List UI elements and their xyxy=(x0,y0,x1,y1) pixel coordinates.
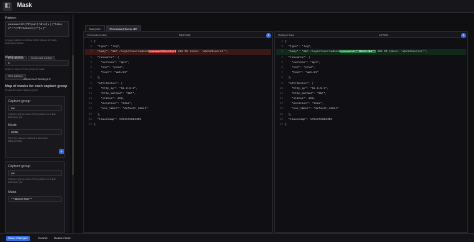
cancel-button[interactable]: Cancel xyxy=(36,236,49,241)
page-title: Mask xyxy=(17,3,33,9)
capture-group-input-2[interactable]: pw xyxy=(8,170,62,176)
masked-segment: password=**REDACTED** xyxy=(340,50,376,54)
mask-group-label: Mask group xyxy=(5,55,24,59)
map-hint: A map for each capture group xyxy=(5,89,38,92)
before-diff-badge[interactable]: 1 xyxy=(266,32,271,38)
mask-label: Mask xyxy=(8,190,17,194)
masked-segment: password=hunter2 xyxy=(149,50,177,54)
mode-label: Mode xyxy=(8,123,17,127)
capture-group-value-2: pw xyxy=(11,172,15,175)
after-header-left: Masked data xyxy=(278,33,295,37)
capture-group-hint-2: Capture group name of the pattern to mas… xyxy=(8,178,57,184)
after-panel: Masked data AFTER 1 1{2 "type": "log", 3 … xyxy=(274,31,468,233)
code-line: 17} xyxy=(85,122,271,127)
before-header-right: BEFORE xyxy=(179,33,191,37)
after-code: 1{2 "type": "log", 3 "body": "GET /login?… xyxy=(276,39,466,127)
config-sidebar: Pattern password=(?P<pw>[^&\s]+)|"token"… xyxy=(4,15,70,233)
view-tabs: Samples Processed Items diff xyxy=(85,17,142,33)
capture-group-title-2: Capture group xyxy=(8,164,31,168)
after-panel-header: Masked data AFTER 1 xyxy=(275,32,467,38)
before-panel-header: Unmasked data BEFORE 1 xyxy=(84,32,272,38)
line-number: 17 xyxy=(279,123,283,126)
save-changes-button[interactable]: Save Changes xyxy=(6,236,30,241)
mask-value-input[interactable]: **REDACTED** xyxy=(8,196,62,202)
scroll-thumb[interactable] xyxy=(72,55,74,175)
pattern-value: password=(?P<pw>[^&\s]+)|"token":"(?P<to… xyxy=(8,23,63,30)
code-line: 17} xyxy=(276,122,466,127)
footer-bar: Save Changes Cancel Delete Node xyxy=(0,233,474,242)
mask-group-hint: Index or name of the group to mask xyxy=(5,68,45,71)
pattern-label: Pattern xyxy=(5,16,17,20)
delete-node-button[interactable]: Delete Node xyxy=(52,236,73,241)
top-bar: ◧ Mask xyxy=(0,0,474,13)
capture-group-title: Capture group xyxy=(8,99,31,103)
mode-value: HASH xyxy=(11,131,19,134)
mode-select[interactable]: HASH xyxy=(8,129,62,135)
before-code: 1{2 "type": "log", 3 "body": "GET /login?… xyxy=(85,39,271,127)
mask-value: **REDACTED** xyxy=(11,198,33,201)
capture-group-value: pw xyxy=(11,107,15,110)
after-header-right: AFTER xyxy=(379,33,389,37)
before-panel: Unmasked data BEFORE 1 1{2 "type": "log"… xyxy=(83,31,273,233)
capture-group-card-2: Capture group pw Capture group name of t… xyxy=(5,161,65,233)
sidebar-scrollbar[interactable] xyxy=(72,15,74,233)
mode-hint: How the value is replaced. Example: REDA… xyxy=(8,137,49,143)
capture-group-card-1: Capture group pw Capture group name of t… xyxy=(5,96,65,158)
mask-icon: ◧ xyxy=(3,2,12,11)
map-label: Map of masks for each capture group xyxy=(5,84,68,88)
advanced-settings-toggle[interactable]: Advanced Settings ▾ xyxy=(4,77,70,81)
mask-group-input[interactable]: 1 xyxy=(5,60,69,66)
before-header-left: Unmasked data xyxy=(87,33,107,37)
mask-group-value: 1 xyxy=(8,62,10,65)
capture-group-hint: Capture group name of the pattern to mas… xyxy=(8,113,57,119)
add-group-icon[interactable]: + xyxy=(59,149,64,154)
line-number: 17 xyxy=(88,123,92,126)
pattern-hint: A regex pattern to define which values t… xyxy=(5,39,58,45)
pattern-input[interactable]: password=(?P<pw>[^&\s]+)|"token":"(?P<to… xyxy=(5,21,69,37)
after-diff-badge[interactable]: 1 xyxy=(461,32,466,38)
capture-group-input[interactable]: pw xyxy=(8,105,62,111)
